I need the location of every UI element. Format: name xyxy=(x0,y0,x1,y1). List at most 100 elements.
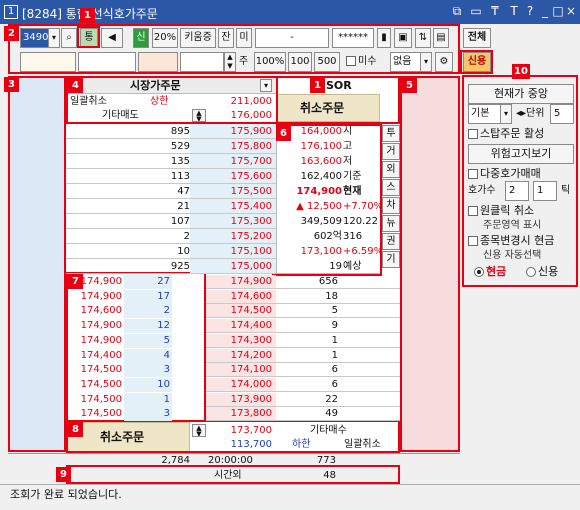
ask-price[interactable]: 175,500 xyxy=(206,185,272,199)
account-select[interactable]: - xyxy=(255,28,329,48)
stock-change-cash-checkbox[interactable]: 종목변경시 현금 xyxy=(468,234,554,248)
side-tab[interactable]: 차 xyxy=(382,197,400,214)
sell-order-column[interactable] xyxy=(8,77,66,452)
bid-qty[interactable]: 6 xyxy=(276,378,338,392)
limit-field[interactable] xyxy=(138,52,178,72)
screen-icon[interactable]: ▭ xyxy=(469,4,483,19)
window-mode-icon[interactable]: ▮ xyxy=(377,28,391,48)
ask-price[interactable]: 175,600 xyxy=(206,170,272,184)
ask-qty[interactable]: 107 xyxy=(110,215,190,229)
gear-icon[interactable]: ⚙ xyxy=(435,52,453,72)
side-tab[interactable]: 투 xyxy=(382,125,400,142)
bid-qty[interactable]: 656 xyxy=(276,275,338,289)
misu-dropdown-icon[interactable]: ▾ xyxy=(420,52,432,72)
cancel-all-sell[interactable]: 일괄취소 xyxy=(70,95,107,109)
btn-100pct[interactable]: 100% xyxy=(254,52,286,72)
ask-qty[interactable]: 895 xyxy=(110,125,190,139)
order-type-field[interactable] xyxy=(20,52,76,72)
misu-checkbox[interactable]: 미수 xyxy=(346,55,376,69)
bid-price[interactable]: 174,900 xyxy=(206,275,272,289)
center-current-button[interactable]: 현재가 중앙 xyxy=(468,84,574,104)
ask-qty[interactable]: 135 xyxy=(110,155,190,169)
one-click-cancel-checkbox[interactable]: 원클릭 취소 xyxy=(468,204,534,218)
link-icon[interactable]: ⧉ xyxy=(450,4,464,19)
ask-qty[interactable]: 2 xyxy=(110,230,190,244)
cash-radio[interactable]: 현금 xyxy=(474,265,506,279)
side-tab[interactable]: 외 xyxy=(382,161,400,178)
other-sell-label[interactable]: 기타매도 xyxy=(102,109,139,123)
dangerous-view-button[interactable]: 위험고지보기 xyxy=(468,144,574,164)
bid-qty[interactable]: 49 xyxy=(276,407,338,421)
side-tab[interactable]: 스 xyxy=(382,179,400,196)
market-order-dropdown-icon[interactable]: ▾ xyxy=(260,79,272,92)
ask-price[interactable]: 175,700 xyxy=(206,155,272,169)
unit-input[interactable]: 5 xyxy=(550,104,574,124)
maximize-icon[interactable]: □ xyxy=(551,4,565,19)
bid-price[interactable]: 174,600 xyxy=(206,290,272,304)
basic-dropdown-icon[interactable]: ▾ xyxy=(500,104,512,124)
pct-button[interactable]: 20% xyxy=(152,28,178,48)
bid-price[interactable]: 174,200 xyxy=(206,349,272,363)
ask-price[interactable]: 175,200 xyxy=(206,230,272,244)
side-tab[interactable]: 거 xyxy=(382,143,400,160)
other-buy-label[interactable]: 기타매수 xyxy=(310,424,347,438)
close-icon[interactable]: × xyxy=(564,4,578,19)
bid-price[interactable]: 173,900 xyxy=(206,393,272,407)
stop-order-checkbox[interactable]: 스탑주문 활성 xyxy=(468,127,544,141)
side-tab[interactable]: 뉴 xyxy=(382,215,400,232)
bid-qty[interactable]: 1 xyxy=(276,334,338,348)
mi-button[interactable]: 미 xyxy=(236,28,252,48)
help-icon[interactable]: ? xyxy=(523,4,537,19)
ask-price[interactable]: 175,000 xyxy=(206,260,272,274)
font-icon[interactable]: T xyxy=(507,4,521,19)
ask-qty[interactable]: 529 xyxy=(110,140,190,154)
minimize-icon[interactable]: _ xyxy=(538,4,552,19)
credit-radio[interactable]: 신용 xyxy=(526,265,558,279)
bid-qty[interactable]: 5 xyxy=(276,304,338,318)
ask-price[interactable]: 175,900 xyxy=(206,125,272,139)
swap-icon[interactable]: ⇅ xyxy=(415,28,431,48)
quantity-stepper[interactable]: ▲ ▼ xyxy=(224,52,236,72)
buy-order-column[interactable] xyxy=(400,77,460,452)
ask-qty[interactable]: 113 xyxy=(110,170,190,184)
ask-price[interactable]: 175,300 xyxy=(206,215,272,229)
ask-price[interactable]: 175,400 xyxy=(206,200,272,214)
price-field[interactable] xyxy=(78,52,136,72)
settings-icon[interactable]: ▤ xyxy=(433,28,449,48)
quantity-input[interactable] xyxy=(180,52,224,72)
jeonche-button[interactable]: 전체 xyxy=(463,28,491,48)
bid-price[interactable]: 174,000 xyxy=(206,378,272,392)
unit-stepper-icon[interactable]: ◂▸ xyxy=(516,108,526,119)
ask-qty[interactable]: 10 xyxy=(110,245,190,259)
btn-100[interactable]: 100 xyxy=(288,52,312,72)
pin-icon[interactable]: ₸ xyxy=(488,4,502,19)
tong-button[interactable]: 통 xyxy=(80,28,98,48)
side-tab[interactable]: 권 xyxy=(382,233,400,250)
search-icon[interactable]: ⌕ xyxy=(61,28,77,48)
jan-button[interactable]: 잔 xyxy=(218,28,234,48)
other-buy-stepper[interactable]: ▲ ▼ xyxy=(192,424,206,437)
btn-500[interactable]: 500 xyxy=(314,52,340,72)
bid-price[interactable]: 173,800 xyxy=(206,407,272,421)
bid-price[interactable]: 174,300 xyxy=(206,334,272,348)
sin-button[interactable]: 신 xyxy=(133,28,149,48)
multi-quote-checkbox[interactable]: 다중호가매매 xyxy=(468,167,541,181)
cancel-all-buy[interactable]: 일괄취소 xyxy=(344,438,381,452)
code-dropdown-icon[interactable]: ▾ xyxy=(48,28,60,48)
ask-qty[interactable]: 925 xyxy=(110,260,190,274)
bid-qty[interactable]: 9 xyxy=(276,319,338,333)
layout-icon[interactable]: ▣ xyxy=(394,28,412,48)
ask-price[interactable]: 175,800 xyxy=(206,140,272,154)
other-sell-stepper[interactable]: ▲ ▼ xyxy=(192,109,206,122)
bid-price[interactable]: 174,500 xyxy=(206,304,272,318)
bid-price[interactable]: 174,400 xyxy=(206,319,272,333)
quote-count-select[interactable]: 2 xyxy=(505,181,529,201)
password-input[interactable]: ****** xyxy=(332,28,374,48)
bid-qty[interactable]: 22 xyxy=(276,393,338,407)
sinyong-button[interactable]: 신용 xyxy=(463,52,491,72)
bid-qty[interactable]: 1 xyxy=(276,349,338,363)
ask-qty[interactable]: 21 xyxy=(110,200,190,214)
ask-qty[interactable]: 47 xyxy=(110,185,190,199)
kiwoom-button[interactable]: 키움증 xyxy=(180,28,216,48)
speaker-icon[interactable]: ◀︎ xyxy=(101,28,123,48)
